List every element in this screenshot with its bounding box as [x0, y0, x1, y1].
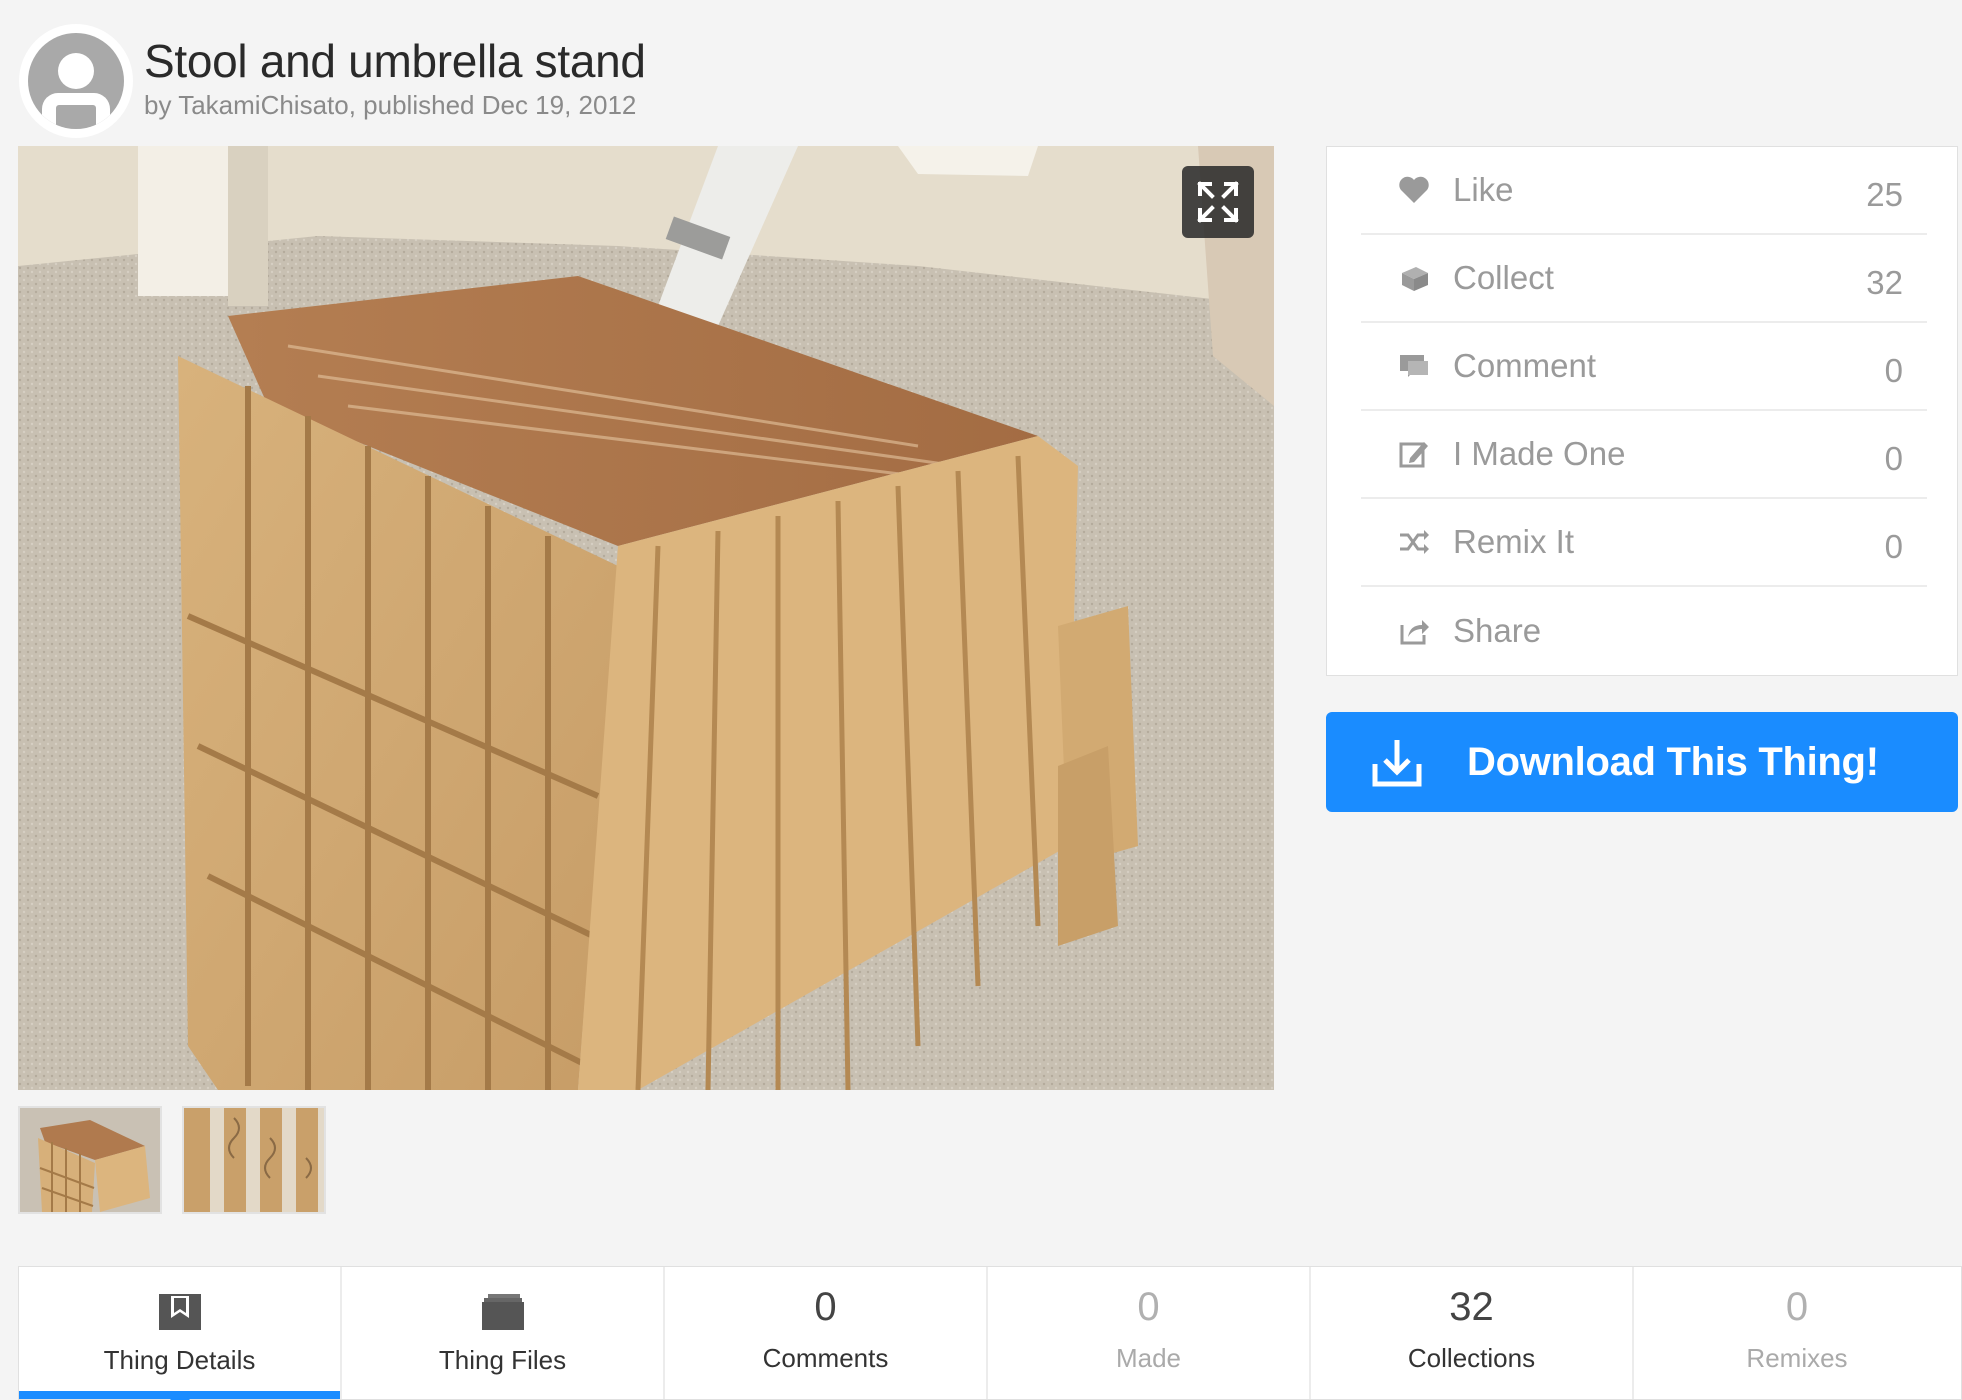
comment-row[interactable]: Comment 0	[1361, 323, 1927, 411]
thing-tabs: Thing Details Thing Files 0 Comments 0 M…	[18, 1266, 1962, 1400]
made-one-count: 0	[1884, 440, 1903, 477]
thing-page: Stool and umbrella stand by TakamiChisat…	[0, 0, 1962, 1400]
collect-icon	[1397, 261, 1431, 295]
like-row[interactable]: Like 25	[1361, 147, 1927, 235]
download-button[interactable]: Download This Thing!	[1326, 712, 1958, 812]
remix-row[interactable]: Remix It 0	[1361, 499, 1927, 587]
remixes-count: 0	[1785, 1285, 1809, 1329]
tab-made[interactable]: 0 Made	[988, 1267, 1311, 1399]
remix-label: Remix It	[1453, 523, 1575, 560]
default-avatar-icon	[28, 33, 124, 129]
made-one-icon	[1397, 437, 1431, 471]
expand-icon	[1197, 181, 1239, 223]
comments-count: 0	[814, 1285, 837, 1329]
collect-count: 32	[1866, 264, 1903, 301]
download-icon	[1371, 736, 1423, 788]
made-one-label: I Made One	[1453, 435, 1626, 472]
tab-remixes[interactable]: 0 Remixes	[1634, 1267, 1960, 1399]
tab-label: Thing Details	[103, 1345, 256, 1375]
tab-label: Collections	[1407, 1343, 1536, 1373]
main-photo[interactable]	[18, 146, 1274, 1090]
tab-comments[interactable]: 0 Comments	[665, 1267, 988, 1399]
collections-count: 32	[1449, 1285, 1494, 1329]
tab-label: Thing Files	[438, 1345, 567, 1375]
comment-label: Comment	[1453, 347, 1597, 384]
share-icon	[1397, 614, 1431, 648]
made-one-row[interactable]: I Made One 0	[1361, 411, 1927, 499]
tab-thing-details[interactable]: Thing Details	[19, 1267, 342, 1400]
heart-icon	[1397, 173, 1431, 207]
fullscreen-button[interactable]	[1182, 166, 1254, 238]
share-row[interactable]: Share	[1361, 587, 1927, 675]
tab-collections[interactable]: 32 Collections	[1311, 1267, 1634, 1399]
folder-icon	[480, 1289, 526, 1335]
made-count: 0	[1137, 1285, 1160, 1329]
creator-avatar[interactable]	[19, 24, 133, 138]
like-label: Like	[1453, 171, 1514, 208]
tab-label: Made	[1115, 1343, 1182, 1373]
thumbnail-1[interactable]	[18, 1106, 162, 1214]
like-count: 25	[1866, 176, 1903, 213]
collect-label: Collect	[1453, 259, 1554, 296]
stats-panel: Like 25 Collect 32 Comment 0 I Made One …	[1326, 146, 1958, 676]
comment-icon	[1397, 349, 1431, 383]
remix-count: 0	[1884, 528, 1903, 565]
thumbnail-2[interactable]	[182, 1106, 326, 1214]
share-label: Share	[1453, 612, 1542, 649]
download-label: Download This Thing!	[1467, 739, 1879, 784]
remix-icon	[1397, 525, 1431, 559]
byline: by TakamiChisato, published Dec 19, 2012	[144, 90, 637, 120]
tab-label: Comments	[762, 1343, 889, 1373]
thing-details-icon	[157, 1289, 203, 1335]
comment-count: 0	[1884, 352, 1903, 389]
tab-thing-files[interactable]: Thing Files	[342, 1267, 665, 1399]
tab-label: Remixes	[1746, 1343, 1848, 1373]
collect-row[interactable]: Collect 32	[1361, 235, 1927, 323]
page-title: Stool and umbrella stand	[144, 35, 646, 87]
